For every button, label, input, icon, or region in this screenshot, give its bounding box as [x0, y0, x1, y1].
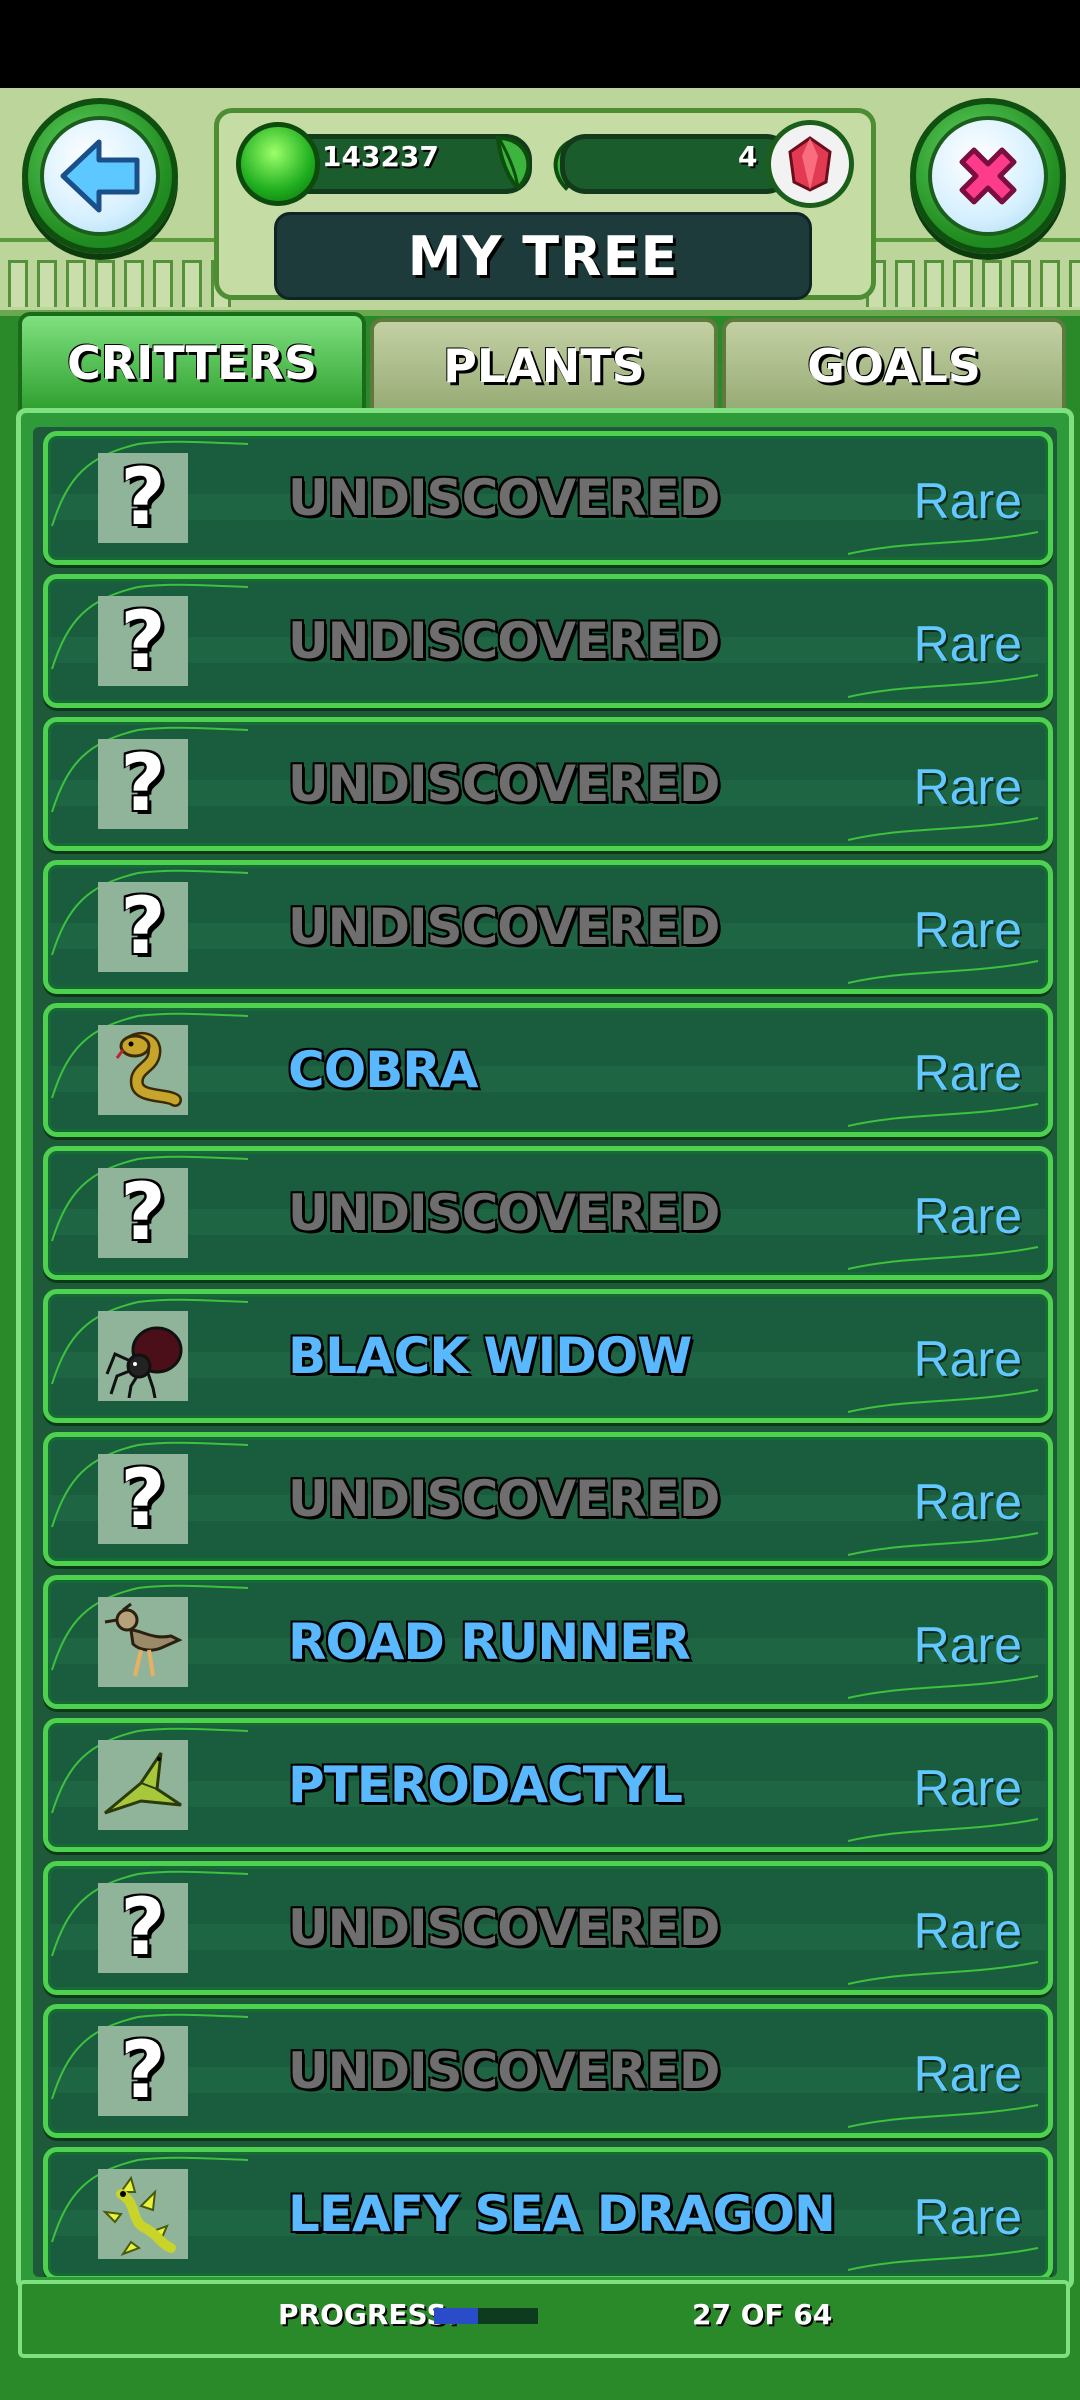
status-bar [0, 0, 1080, 88]
question-mark-icon: ? [98, 453, 188, 543]
question-mark-icon: ? [98, 2026, 188, 2116]
question-mark-glyph: ? [120, 596, 166, 686]
question-mark-icon: ? [98, 1454, 188, 1544]
critter-rarity: Rare [913, 2189, 1022, 2245]
back-button[interactable] [22, 98, 178, 254]
critter-rarity: Rare [913, 2046, 1022, 2102]
roadrunner-icon [98, 1597, 188, 1687]
critter-row[interactable]: ROAD RUNNER Rare [43, 1575, 1053, 1709]
critter-name: UNDISCOVERED [288, 1184, 720, 1242]
page-title: MY TREE [274, 212, 812, 300]
pterodactyl-icon [98, 1740, 188, 1830]
critter-rarity: Rare [913, 1474, 1022, 1530]
question-mark-glyph: ? [120, 1883, 166, 1973]
question-mark-glyph: ? [120, 739, 166, 829]
header: 143237 4 MY TREE [0, 88, 1080, 316]
critter-row[interactable]: ? UNDISCOVERED Rare [43, 1146, 1053, 1280]
close-x-icon [928, 116, 1048, 236]
critter-rarity: Rare [913, 473, 1022, 529]
critter-name: LEAFY SEA DRAGON [288, 2185, 836, 2243]
close-button[interactable] [910, 98, 1066, 254]
question-mark-icon: ? [98, 739, 188, 829]
critter-rarity: Rare [913, 759, 1022, 815]
tab-critters[interactable]: CRITTERS [18, 312, 366, 414]
question-mark-glyph: ? [120, 882, 166, 972]
question-mark-glyph: ? [120, 1454, 166, 1544]
critter-row[interactable]: LEAFY SEA DRAGON Rare [43, 2147, 1053, 2277]
question-mark-glyph: ? [120, 1168, 166, 1258]
critter-list[interactable]: ? UNDISCOVERED Rare? UNDISCOVERED Rare? UNDIS… [33, 427, 1057, 2277]
critter-row[interactable]: PTERODACTYL Rare [43, 1718, 1053, 1852]
tab-plants[interactable]: PLANTS [370, 318, 718, 414]
critter-name: PTERODACTYL [288, 1756, 683, 1814]
progress-fill [434, 2308, 478, 2324]
gem-count: 4 [738, 140, 758, 173]
critter-row[interactable]: ? UNDISCOVERED Rare [43, 1861, 1053, 1995]
cobra-icon [98, 1025, 188, 1115]
critter-name: UNDISCOVERED [288, 2042, 720, 2100]
bottom-strip [0, 2358, 1080, 2400]
progress-footer: PROGRESS: 27 OF 64 [18, 2280, 1070, 2358]
spider-icon [98, 1311, 188, 1401]
my-tree-screen: 143237 4 MY TREE CRITTERS PLANTS GOALS ?… [0, 88, 1080, 2400]
critter-name: UNDISCOVERED [288, 612, 720, 670]
progress-bar [434, 2308, 538, 2324]
question-mark-icon: ? [98, 882, 188, 972]
critter-name: BLACK WIDOW [288, 1327, 692, 1385]
gum-count: 143237 [322, 140, 439, 173]
vine-decoration [51, 1012, 1039, 1127]
critter-rarity: Rare [913, 1331, 1022, 1387]
question-mark-glyph: ? [120, 2026, 166, 2116]
question-mark-icon: ? [98, 1883, 188, 1973]
progress-count: 27 OF 64 [692, 2298, 833, 2331]
question-mark-icon: ? [98, 1168, 188, 1258]
critter-row[interactable]: ? UNDISCOVERED Rare [43, 2004, 1053, 2138]
critter-rarity: Rare [913, 1760, 1022, 1816]
critter-row[interactable]: ? UNDISCOVERED Rare [43, 574, 1053, 708]
critter-row[interactable]: ? UNDISCOVERED Rare [43, 717, 1053, 851]
critter-row[interactable]: ? UNDISCOVERED Rare [43, 431, 1053, 565]
tab-bar: CRITTERS PLANTS GOALS [18, 312, 1066, 414]
critter-rarity: Rare [913, 1903, 1022, 1959]
critter-row[interactable]: ? UNDISCOVERED Rare [43, 860, 1053, 994]
question-mark-icon: ? [98, 596, 188, 686]
critter-rarity: Rare [913, 1617, 1022, 1673]
tab-goals[interactable]: GOALS [722, 318, 1066, 414]
critter-row[interactable]: BLACK WIDOW Rare [43, 1289, 1053, 1423]
critter-name: ROAD RUNNER [288, 1613, 691, 1671]
back-arrow-icon [40, 116, 160, 236]
fence-right [866, 260, 1080, 307]
critter-name: UNDISCOVERED [288, 755, 720, 813]
gumdrop-icon [236, 122, 320, 206]
critter-name: UNDISCOVERED [288, 469, 720, 527]
critter-row[interactable]: COBRA Rare [43, 1003, 1053, 1137]
critter-rarity: Rare [913, 616, 1022, 672]
critter-name: UNDISCOVERED [288, 1899, 720, 1957]
critter-row[interactable]: ? UNDISCOVERED Rare [43, 1432, 1053, 1566]
critter-name: UNDISCOVERED [288, 898, 720, 956]
ruby-gem-icon [766, 120, 854, 208]
progress-label: PROGRESS: [278, 2298, 458, 2331]
critter-rarity: Rare [913, 1045, 1022, 1101]
sea-dragon-icon [98, 2169, 188, 2259]
critter-name: UNDISCOVERED [288, 1470, 720, 1528]
critter-list-frame: ? UNDISCOVERED Rare? UNDISCOVERED Rare? UNDIS… [16, 408, 1074, 2290]
question-mark-glyph: ? [120, 453, 166, 543]
critter-rarity: Rare [913, 902, 1022, 958]
critter-name: COBRA [288, 1041, 479, 1099]
critter-rarity: Rare [913, 1188, 1022, 1244]
fence-left [8, 260, 231, 307]
